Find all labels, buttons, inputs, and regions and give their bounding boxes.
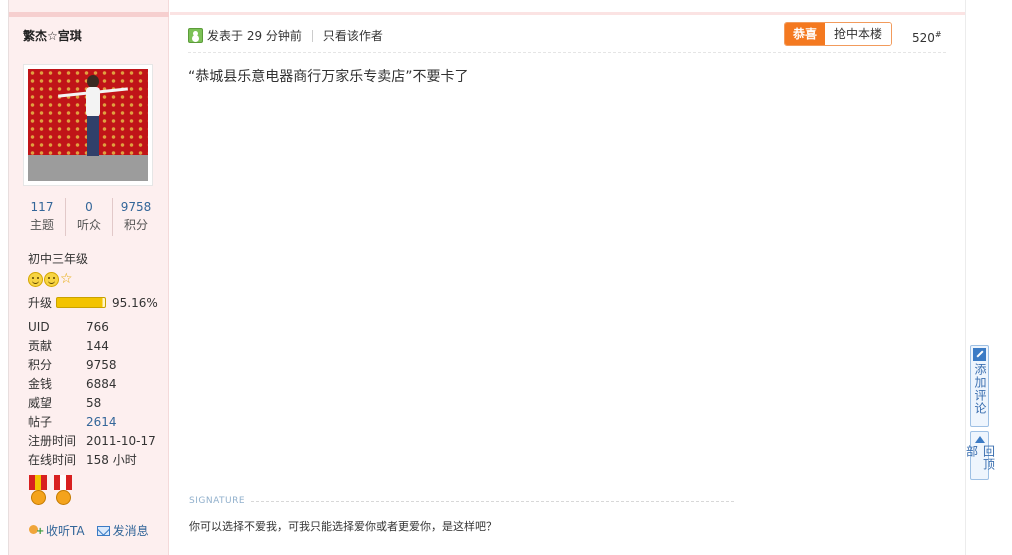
stat-value[interactable]: 0 [66,198,112,216]
stat-followers[interactable]: 0 听众 [65,198,112,236]
profile-row: 威望 58 [28,394,163,413]
profile-posts-link[interactable]: 2614 [86,413,117,432]
profile-value: 158 小时 [86,453,137,467]
upgrade-label: 升级 [28,296,53,310]
upgrade-percent: 95.16% [112,295,158,310]
post-top-strip [170,12,965,15]
only-author-link[interactable]: 只看该作者 [323,27,383,44]
profile-value: 58 [86,396,102,410]
mail-icon [96,525,110,536]
user-rank: 初中三年级 [28,252,89,266]
signature-text: 你可以选择不爱我，可我只能选择爱你或者更爱你，是这样吧？ [189,520,497,533]
upgrade-progress: 升级 95.16% [28,294,158,311]
smiley-icon [28,272,43,287]
stat-value[interactable]: 9758 [113,198,159,216]
profile-key: 注册时间 [28,434,77,448]
header-divider [188,52,946,53]
add-comment-label: 添加评论 [973,363,987,415]
profile-key: 在线时间 [28,453,77,467]
follow-user-icon [28,524,44,538]
grab-floor-badge: 抢中本楼 [825,23,892,45]
profile-info: UID 766 贡献 144 积分 9758 金钱 6884 威望 58 帖子 … [28,318,163,470]
author-stats: 117 主题 0 听众 9758 积分 [19,198,159,236]
floor-badge: 恭喜 抢中本楼 [784,22,893,46]
profile-value: 6884 [86,377,117,391]
profile-row: 注册时间 2011-10-17 [28,432,163,451]
medal-icon[interactable] [53,475,73,509]
send-message-label: 发消息 [112,524,149,538]
follow-label: 收听TA [46,524,85,538]
follow-button[interactable]: 收听TA [28,522,85,539]
author-name[interactable]: 繁杰☆宫琪 [23,27,82,44]
floor-number-value: 520 [912,31,935,45]
medals [28,475,73,509]
stat-threads[interactable]: 117 主题 [19,198,65,236]
profile-row: UID 766 [28,318,163,337]
profile-value: 766 [86,320,109,334]
post-time: 发表于 29 分钟前 [207,29,302,43]
profile-key: 贡献 [28,339,53,353]
divider [311,29,313,42]
stat-points[interactable]: 9758 积分 [112,198,159,236]
upgrade-progress-bar [56,297,107,308]
profile-row: 在线时间 158 小时 [28,451,163,470]
sidebar-top-strip [9,12,169,17]
send-message-button[interactable]: 发消息 [85,522,149,539]
back-to-top-button[interactable]: 回顶部 [965,431,996,480]
author-actions: 收听TA 发消息 [28,522,149,539]
floor-number[interactable]: 520# [912,30,942,45]
profile-key: UID [28,320,50,334]
rank-icons: ☆ [28,272,73,287]
signature-divider [251,501,734,502]
profile-key: 积分 [28,358,53,372]
stat-label: 积分 [123,218,148,232]
arrow-up-icon [974,436,985,443]
profile-key: 帖子 [28,415,53,429]
profile-value: 2011-10-17 [86,434,156,448]
signature-label: SIGNATURE [189,496,246,506]
profile-row: 贡献 144 [28,337,163,356]
stat-label: 听众 [76,218,101,232]
avatar[interactable] [23,64,153,186]
profile-value: 9758 [86,358,117,372]
pencil-icon [973,348,986,361]
profile-row: 积分 9758 [28,356,163,375]
congrats-badge: 恭喜 [785,23,826,45]
back-to-top-label: 回顶部 [964,445,996,471]
floor-number-suffix: # [934,30,942,39]
avatar-image [28,69,148,181]
smiley-icon [44,272,59,287]
stat-value[interactable]: 117 [19,198,65,216]
post-content: “恭城县乐意电器商行万家乐专卖店”不要卡了 [188,69,469,85]
medal-icon[interactable] [28,475,48,509]
profile-row: 帖子 2614 [28,413,163,432]
post-meta: 发表于 29 分钟前 只看该作者 [188,27,383,44]
profile-row: 金钱 6884 [28,375,163,394]
add-comment-button[interactable]: 添加评论 [970,345,989,427]
online-user-icon [188,28,203,43]
star-icon: ☆ [60,271,73,287]
profile-value: 144 [86,339,109,353]
profile-key: 金钱 [28,377,53,391]
stat-label: 主题 [29,218,54,232]
profile-key: 威望 [28,396,53,410]
